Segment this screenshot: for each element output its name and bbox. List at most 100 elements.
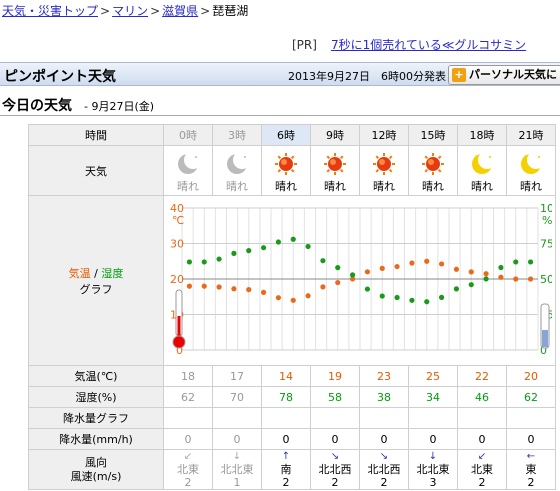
wind-cell: ↘ 北北西 2: [359, 449, 409, 490]
weather-cell: 晴れ: [310, 145, 360, 196]
graph-label-slash: /: [90, 266, 102, 280]
weather-text: 晴れ: [422, 179, 444, 193]
wind-arrow-icon: ↙: [183, 450, 193, 462]
wind-arrow-icon: ↓: [232, 450, 242, 462]
temp-axis-label: 20: [170, 273, 184, 286]
breadcrumb-separator: >: [150, 4, 161, 18]
humidity-cell: 46: [457, 386, 507, 408]
breadcrumb-separator: >: [100, 4, 111, 18]
wind-speed: 1: [233, 475, 241, 489]
weather-text: 晴れ: [177, 179, 199, 193]
humidity-cell: 62: [163, 386, 213, 408]
wind-arrow-icon: ↘: [379, 450, 389, 462]
humidity-dot: [408, 297, 415, 303]
precip-graph-cell: [457, 407, 507, 429]
weather-cell: 晴れ: [359, 145, 409, 196]
temp-cell: 18: [163, 365, 213, 387]
humidity-dot: [201, 259, 207, 265]
ad-bar: [PR] 7秒に1個売れている≪グルコサミン: [292, 36, 526, 53]
precip-graph-cell: [408, 407, 458, 429]
wind-speed: 2: [478, 475, 486, 489]
weather-cell: 晴れ: [408, 145, 458, 196]
wind-direction: 北東: [471, 462, 493, 476]
temp-dot: [260, 289, 266, 295]
section-date: - 9月27日(金): [84, 100, 155, 113]
time-header-cell: 21時: [506, 124, 556, 146]
wind-cell: ← 東 2: [506, 449, 556, 490]
temp-dot: [275, 295, 281, 301]
thermometer-bulb: [172, 335, 185, 349]
sun-icon: [275, 152, 297, 175]
temp-row: 気温(℃) 18 17 14 19 23 25 22 20: [28, 365, 556, 387]
wind-cell: ↙ 北東 2: [457, 449, 507, 490]
precip-row: 降水量(mm/h) 0 0 0 0 0 0 0 0: [28, 428, 556, 450]
breadcrumb: 天気・災害トップ > マリン > 滋賀県 > 琵琶湖: [2, 2, 248, 19]
temp-cell: 20: [506, 365, 556, 387]
wind-arrow-icon: ↑: [281, 450, 291, 462]
breadcrumb-link-shiga[interactable]: 滋賀県: [162, 4, 198, 18]
temp-cell: 22: [457, 365, 507, 387]
personal-weather-button[interactable]: + パーソナル天気に: [448, 65, 560, 85]
temp-dot: [423, 258, 429, 264]
temp-dot: [453, 266, 459, 272]
temp-dot: [393, 263, 400, 270]
precip-graph-cell: [506, 407, 556, 429]
temp-dot: [408, 260, 415, 266]
precip-graph-label: 降水量グラフ: [28, 407, 164, 429]
precip-cell: 0: [359, 428, 409, 450]
humidity-dot: [245, 247, 251, 254]
temp-dot: [186, 283, 192, 289]
humidity-dot: [393, 294, 400, 301]
wind-arrow-icon: ↓: [428, 450, 438, 462]
humidity-dot: [260, 245, 266, 251]
breadcrumb-current: 琵琶湖: [212, 4, 249, 18]
temp-cell: 17: [212, 365, 262, 387]
weather-text: 晴れ: [471, 179, 493, 193]
graph-label-temp: 気温: [68, 266, 91, 280]
humidity-dot: [230, 250, 237, 256]
wind-arrow-icon: ←: [526, 450, 536, 462]
wind-cell: ↙ 北東 2: [163, 449, 213, 490]
issued-date: 2013年9月27日 6時00分発表: [288, 70, 446, 83]
wind-speed: 2: [380, 475, 388, 489]
ad-link[interactable]: 7秒に1個売れている≪グルコサミン: [331, 38, 526, 52]
wind-row: 風向 風速(m/s) ↙ 北東 2 ↓ 北北東 1 ↑ 南 2 ↘ 北北西 2 ↘ 北北西 2 ↓ 北北東 3 ↙ 北東…: [28, 449, 556, 490]
wind-speed: 2: [282, 475, 290, 489]
temp-dot: [304, 293, 311, 299]
humidity-dot: [423, 299, 429, 305]
weather-label: 天気: [28, 145, 164, 196]
breadcrumb-link-marine[interactable]: マリン: [112, 4, 148, 18]
humidity-axis-label: 75: [540, 238, 552, 251]
wind-direction: 南: [280, 462, 292, 476]
wind-speed: 3: [429, 475, 437, 489]
breadcrumb-link-top[interactable]: 天気・災害トップ: [2, 4, 98, 18]
humidity-dot: [527, 259, 533, 265]
personal-weather-label: パーソナル天気に: [469, 68, 557, 81]
temp-humidity-graph: 4030201001007550250℃%: [170, 202, 560, 357]
temp-cell: 19: [310, 365, 360, 387]
humidity-dot: [186, 259, 192, 265]
humidity-dot: [275, 239, 281, 245]
sun-icon: [324, 152, 346, 175]
wind-direction: 北北東: [416, 462, 450, 476]
time-header-cell: 12時: [359, 124, 409, 146]
graph-label-humidity: 湿度: [101, 266, 124, 280]
pinpoint-header: ピンポイント天気 2013年9月27日 6時00分発表 + パーソナル天気に: [0, 62, 560, 86]
time-header-cell: 15時: [408, 124, 458, 146]
temp-unit: ℃: [172, 214, 184, 227]
weather-row: 天気 晴れ 晴れ 晴れ 晴れ 晴れ 晴れ 晴れ 晴れ: [28, 145, 556, 196]
precip-cell: 0: [261, 428, 311, 450]
temp-dot: [438, 261, 444, 267]
pr-tag: [PR]: [292, 38, 317, 52]
weather-text: 晴れ: [520, 179, 542, 193]
wind-cell: ↓ 北北東 3: [408, 449, 458, 490]
humidity-dot: [290, 236, 296, 242]
today-section-header: 今日の天気 - 9月27日(金): [0, 92, 560, 116]
wind-speed: 2: [331, 475, 339, 489]
precip-graph-row: 降水量グラフ: [28, 407, 556, 429]
precip-cell: 0: [310, 428, 360, 450]
humidity-row: 湿度(%) 62 70 78 58 38 34 46 62: [28, 386, 556, 408]
graph-row: 気温 / 湿度グラフ 4030201001007550250℃%: [28, 195, 560, 366]
wind-arrow-icon: ↘: [330, 450, 340, 462]
humidity-dot: [364, 286, 370, 292]
